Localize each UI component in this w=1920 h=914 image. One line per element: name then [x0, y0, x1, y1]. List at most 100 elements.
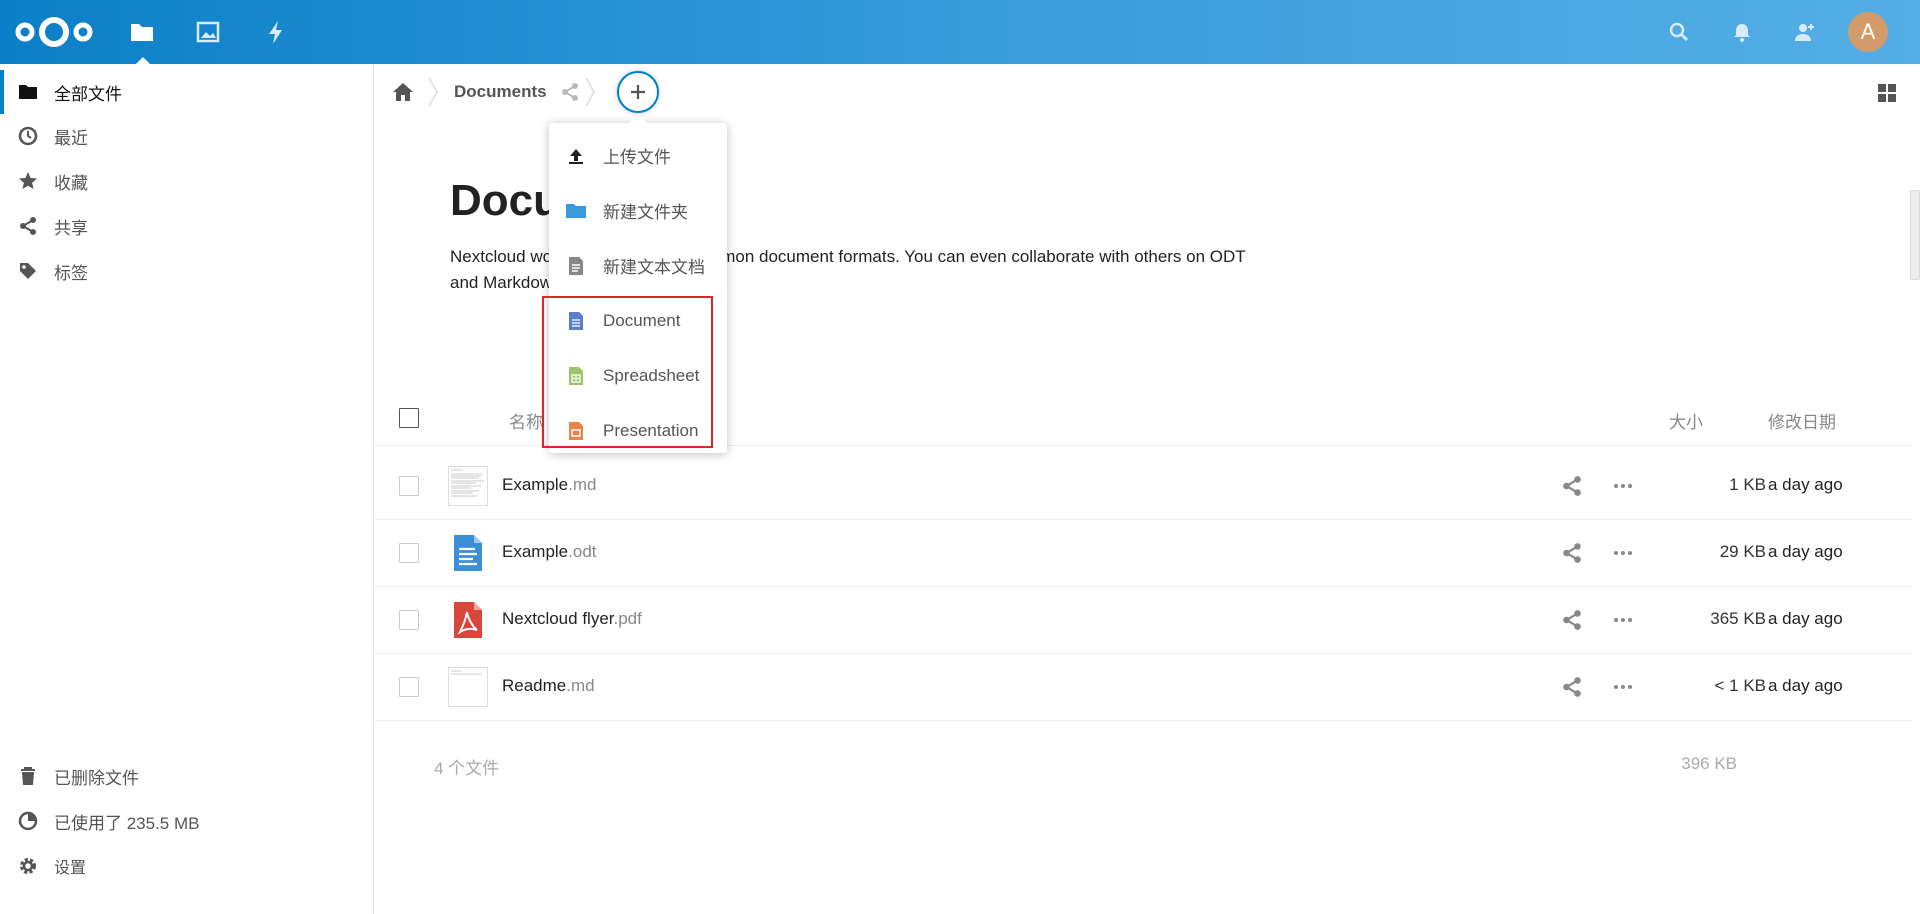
clock-icon — [16, 124, 40, 148]
file-size: 1 KB — [1729, 475, 1766, 494]
file-size: < 1 KB — [1714, 676, 1766, 695]
md-thumbnail — [448, 667, 488, 707]
notifications-bell-icon[interactable] — [1730, 20, 1754, 44]
file-count-summary: 4 个文件 — [434, 759, 500, 778]
row-checkbox[interactable] — [399, 610, 419, 630]
annotation-highlight-box — [542, 296, 713, 448]
files-app-icon[interactable] — [128, 18, 156, 64]
odt-document-icon — [454, 535, 482, 571]
user-avatar[interactable]: A — [1848, 12, 1888, 52]
share-icon[interactable] — [1561, 475, 1583, 497]
menu-item-upload-file[interactable]: 上传文件 — [549, 128, 727, 183]
file-name[interactable]: Example.odt — [502, 542, 597, 562]
sidebar-item-label: 共享 — [54, 218, 88, 238]
sidebar-item-settings[interactable]: 设置 — [0, 844, 373, 888]
sidebar-item-label: 全部文件 — [54, 84, 122, 104]
more-actions-icon[interactable] — [1611, 475, 1635, 497]
file-name[interactable]: Example.md — [502, 475, 596, 495]
share-icon[interactable] — [1561, 609, 1583, 631]
file-modified-date: a day ago — [1768, 475, 1843, 494]
table-row[interactable]: Nextcloud flyer.pdf 365 KB a day ago — [375, 587, 1912, 654]
file-modified-date: a day ago — [1768, 609, 1843, 628]
more-actions-icon[interactable] — [1611, 676, 1635, 698]
sidebar-item-recent[interactable]: 最近 — [0, 114, 373, 158]
gear-icon — [16, 854, 40, 878]
file-size: 365 KB — [1710, 609, 1766, 628]
nextcloud-logo[interactable] — [14, 14, 94, 50]
top-header: A — [0, 0, 1920, 64]
sidebar-item-label: 已删除文件 — [54, 768, 139, 788]
sidebar-item-all-files[interactable]: 全部文件 — [0, 70, 373, 114]
file-size: 29 KB — [1719, 542, 1766, 561]
plus-icon — [631, 85, 645, 99]
contacts-icon[interactable] — [1792, 20, 1816, 44]
file-basename: Readme — [502, 676, 567, 695]
file-extension: .md — [568, 475, 597, 494]
new-button[interactable] — [617, 71, 659, 113]
folder-icon — [16, 80, 40, 104]
file-name[interactable]: Readme.md — [502, 676, 595, 696]
photos-app-icon[interactable] — [194, 18, 222, 46]
breadcrumb-separator — [428, 77, 438, 107]
pdf-icon — [454, 602, 482, 638]
search-icon[interactable] — [1667, 20, 1691, 44]
file-basename: Example — [502, 475, 569, 494]
sidebar-item-label: 最近 — [54, 128, 88, 148]
quota-label: 已使用了 235.5 MB — [54, 813, 200, 833]
activity-app-icon[interactable] — [262, 18, 290, 46]
table-row[interactable]: Readme.md < 1 KB a day ago — [375, 654, 1912, 721]
scrollbar[interactable] — [1910, 190, 1920, 280]
file-basename: Example — [502, 542, 569, 561]
file-modified-date: a day ago — [1768, 676, 1843, 695]
file-modified-date: a day ago — [1768, 542, 1843, 561]
share-icon[interactable] — [560, 82, 580, 102]
description-text: and Markdow — [450, 273, 553, 292]
sidebar-item-quota: 已使用了 235.5 MB — [0, 799, 373, 843]
md-thumbnail — [448, 466, 488, 506]
menu-item-new-folder[interactable]: 新建文件夹 — [549, 183, 727, 238]
trash-icon — [16, 764, 40, 788]
file-extension: .md — [566, 676, 595, 695]
sidebar-item-deleted-files[interactable]: 已删除文件 — [0, 754, 373, 798]
breadcrumb-current-folder[interactable]: Documents — [454, 82, 547, 102]
row-checkbox[interactable] — [399, 677, 419, 697]
select-all-checkbox[interactable] — [399, 408, 419, 428]
table-row[interactable]: Example.md 1 KB a day ago — [375, 453, 1912, 520]
column-header-name[interactable]: 名称 — [509, 408, 543, 433]
sidebar-item-label: 标签 — [54, 263, 88, 283]
pie-icon — [16, 809, 40, 833]
share-icon[interactable] — [1561, 676, 1583, 698]
file-basename: Nextcloud flyer — [502, 609, 614, 628]
sidebar-item-favorites[interactable]: 收藏 — [0, 159, 373, 203]
upload-icon — [566, 146, 586, 166]
star-icon — [16, 169, 40, 193]
sidebar-item-label: 设置 — [54, 860, 87, 877]
menu-item-label: 新建文本文档 — [603, 258, 705, 277]
rich-workspace-title: Docu — [450, 176, 560, 225]
column-header-size[interactable]: 大小 — [1669, 408, 1703, 433]
share-icon[interactable] — [1561, 542, 1583, 564]
menu-item-new-text-file[interactable]: 新建文本文档 — [549, 238, 727, 293]
row-checkbox[interactable] — [399, 476, 419, 496]
more-actions-icon[interactable] — [1611, 609, 1635, 631]
text-file-icon — [566, 256, 586, 276]
column-header-modified[interactable]: 修改日期 — [1768, 408, 1836, 433]
file-extension: .odt — [568, 542, 597, 561]
tag-icon — [16, 259, 40, 283]
share-icon — [16, 214, 40, 238]
sidebar-item-shares[interactable]: 共享 — [0, 204, 373, 248]
sidebar-item-tags[interactable]: 标签 — [0, 249, 373, 293]
folder-icon — [566, 201, 586, 221]
row-checkbox[interactable] — [399, 543, 419, 563]
description-text: Nextcloud wo — [450, 247, 553, 266]
grid-view-toggle-icon[interactable] — [1876, 82, 1898, 104]
home-icon[interactable] — [391, 80, 415, 104]
menu-item-label: 新建文件夹 — [603, 203, 688, 222]
file-name[interactable]: Nextcloud flyer.pdf — [502, 609, 642, 629]
more-actions-icon[interactable] — [1611, 542, 1635, 564]
file-extension: .pdf — [613, 609, 642, 628]
table-row[interactable]: Example.odt 29 KB a day ago — [375, 520, 1912, 587]
menu-item-label: 上传文件 — [603, 148, 671, 167]
total-size-summary: 396 KB — [1681, 754, 1737, 773]
description-text: mmon document formats. You can even coll… — [707, 247, 1246, 266]
